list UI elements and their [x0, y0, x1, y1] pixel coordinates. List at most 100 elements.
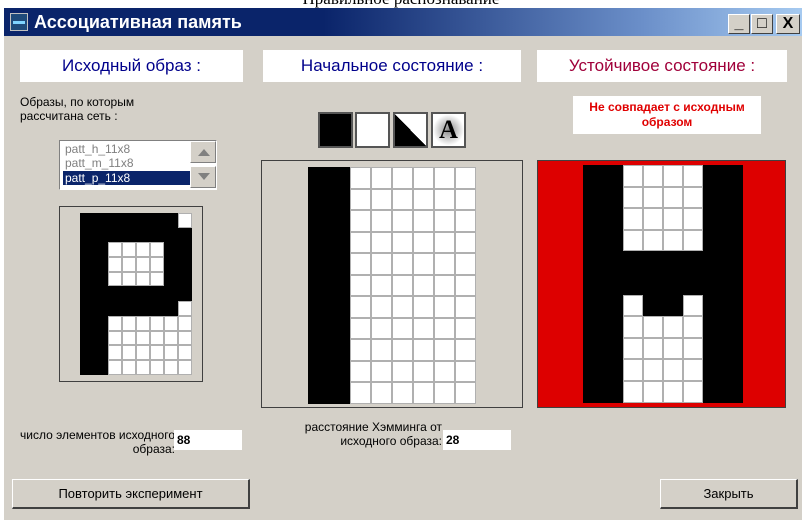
maximize-button[interactable]: □: [751, 14, 773, 34]
initial-state-cell[interactable]: [329, 339, 350, 361]
initial-state-cell[interactable]: [413, 253, 434, 275]
scroll-down-button[interactable]: [190, 166, 216, 188]
initial-state-grid[interactable]: [308, 167, 476, 404]
initial-state-cell[interactable]: [371, 188, 392, 210]
initial-state-cell[interactable]: [329, 274, 350, 296]
initial-state-cell[interactable]: [329, 210, 350, 232]
initial-state-cell[interactable]: [329, 382, 350, 404]
initial-state-cell[interactable]: [434, 167, 455, 189]
scroll-up-button[interactable]: [190, 141, 216, 163]
initial-state-cell[interactable]: [308, 167, 329, 189]
initial-state-cell[interactable]: [371, 317, 392, 339]
initial-state-cell[interactable]: [308, 382, 329, 404]
initial-state-cell[interactable]: [434, 360, 455, 382]
initial-state-cell[interactable]: [329, 167, 350, 189]
initial-state-cell[interactable]: [392, 360, 413, 382]
initial-state-cell[interactable]: [392, 382, 413, 404]
initial-state-cell[interactable]: [434, 382, 455, 404]
initial-state-cell[interactable]: [434, 296, 455, 318]
initial-state-cell[interactable]: [308, 210, 329, 232]
pattern-list-item-selected[interactable]: patt_p_11x8: [63, 171, 191, 185]
initial-state-cell[interactable]: [455, 210, 476, 232]
initial-state-cell[interactable]: [392, 339, 413, 361]
initial-state-cell[interactable]: [329, 188, 350, 210]
initial-state-cell[interactable]: [413, 296, 434, 318]
initial-state-cell[interactable]: [371, 210, 392, 232]
initial-state-cell[interactable]: [350, 231, 371, 253]
pattern-list-item[interactable]: patt_m_11x8: [63, 156, 191, 170]
initial-state-cell[interactable]: [455, 253, 476, 275]
initial-state-cell[interactable]: [329, 296, 350, 318]
initial-state-cell[interactable]: [434, 339, 455, 361]
initial-state-cell[interactable]: [455, 317, 476, 339]
initial-state-cell[interactable]: [350, 360, 371, 382]
initial-state-cell[interactable]: [308, 339, 329, 361]
initial-state-cell[interactable]: [329, 360, 350, 382]
repeat-experiment-button[interactable]: Повторить эксперимент: [12, 479, 250, 509]
initial-state-cell[interactable]: [350, 296, 371, 318]
diagonal-split-button[interactable]: [393, 112, 428, 148]
initial-state-cell[interactable]: [392, 296, 413, 318]
initial-state-cell[interactable]: [434, 274, 455, 296]
initial-state-cell[interactable]: [350, 210, 371, 232]
initial-state-cell[interactable]: [413, 274, 434, 296]
close-button[interactable]: Закрыть: [660, 479, 798, 509]
minimize-button[interactable]: _: [728, 14, 750, 34]
initial-state-cell[interactable]: [413, 210, 434, 232]
initial-state-cell[interactable]: [371, 360, 392, 382]
initial-state-cell[interactable]: [392, 167, 413, 189]
initial-state-cell[interactable]: [350, 382, 371, 404]
initial-state-cell[interactable]: [455, 167, 476, 189]
initial-state-cell[interactable]: [455, 296, 476, 318]
initial-state-cell[interactable]: [413, 188, 434, 210]
initial-state-cell[interactable]: [308, 188, 329, 210]
close-window-button[interactable]: X: [776, 14, 800, 34]
initial-state-cell[interactable]: [455, 360, 476, 382]
initial-state-cell[interactable]: [455, 274, 476, 296]
initial-state-cell[interactable]: [413, 339, 434, 361]
noise-letter-button[interactable]: A: [431, 112, 466, 148]
initial-state-cell[interactable]: [434, 188, 455, 210]
initial-state-cell[interactable]: [308, 253, 329, 275]
pattern-list-item[interactable]: patt_h_11x8: [63, 142, 191, 156]
initial-state-cell[interactable]: [371, 382, 392, 404]
initial-state-cell[interactable]: [350, 317, 371, 339]
initial-state-cell[interactable]: [308, 274, 329, 296]
initial-state-cell[interactable]: [308, 317, 329, 339]
fill-black-button[interactable]: [318, 112, 353, 148]
initial-state-cell[interactable]: [350, 188, 371, 210]
initial-state-cell[interactable]: [308, 231, 329, 253]
initial-state-cell[interactable]: [371, 274, 392, 296]
initial-state-cell[interactable]: [350, 274, 371, 296]
initial-state-cell[interactable]: [350, 167, 371, 189]
initial-state-cell[interactable]: [329, 231, 350, 253]
initial-state-cell[interactable]: [371, 296, 392, 318]
pattern-listbox[interactable]: patt_h_11x8 patt_m_11x8 patt_p_11x8: [59, 140, 217, 190]
initial-state-cell[interactable]: [392, 317, 413, 339]
initial-state-cell[interactable]: [413, 317, 434, 339]
initial-state-cell[interactable]: [371, 167, 392, 189]
initial-state-cell[interactable]: [455, 231, 476, 253]
initial-state-cell[interactable]: [413, 360, 434, 382]
initial-state-cell[interactable]: [413, 382, 434, 404]
initial-state-cell[interactable]: [434, 231, 455, 253]
initial-state-cell[interactable]: [455, 382, 476, 404]
initial-state-cell[interactable]: [392, 274, 413, 296]
initial-state-cell[interactable]: [434, 210, 455, 232]
initial-state-cell[interactable]: [329, 253, 350, 275]
initial-state-cell[interactable]: [413, 231, 434, 253]
initial-state-cell[interactable]: [455, 188, 476, 210]
initial-state-cell[interactable]: [434, 317, 455, 339]
fill-white-button[interactable]: [355, 112, 390, 148]
initial-state-cell[interactable]: [392, 231, 413, 253]
initial-state-cell[interactable]: [392, 210, 413, 232]
initial-state-cell[interactable]: [350, 339, 371, 361]
initial-state-cell[interactable]: [308, 360, 329, 382]
initial-state-cell[interactable]: [329, 317, 350, 339]
initial-state-cell[interactable]: [308, 296, 329, 318]
initial-state-cell[interactable]: [371, 253, 392, 275]
initial-state-cell[interactable]: [392, 188, 413, 210]
initial-state-cell[interactable]: [434, 253, 455, 275]
initial-state-cell[interactable]: [455, 339, 476, 361]
initial-state-cell[interactable]: [413, 167, 434, 189]
